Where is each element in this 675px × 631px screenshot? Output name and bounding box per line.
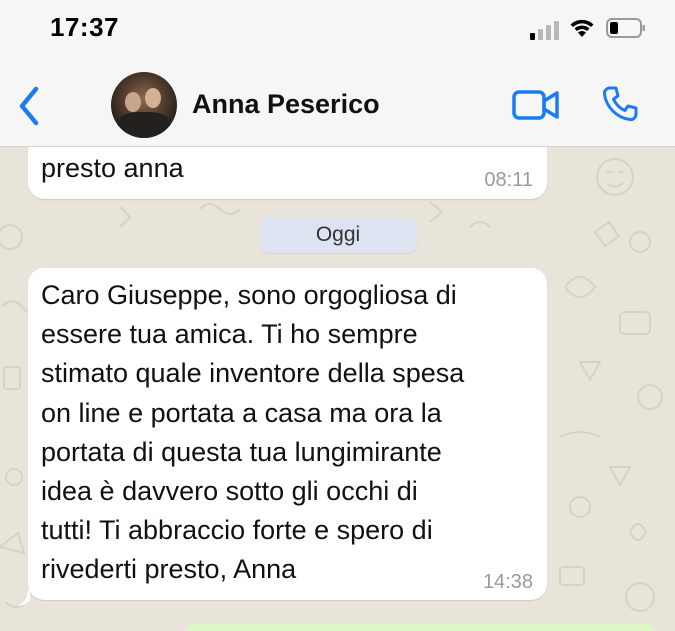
message-time: 08:11 bbox=[484, 169, 533, 191]
date-separator: Oggi bbox=[259, 217, 417, 253]
avatar-bodies bbox=[117, 112, 171, 138]
battery-icon bbox=[606, 18, 645, 38]
avatar-person-right bbox=[145, 88, 161, 108]
next-message-bubble-partial bbox=[185, 624, 655, 631]
chat-area[interactable]: presto anna 08:11 Oggi Caro Giuseppe, so… bbox=[0, 147, 675, 631]
message-text: Caro Giuseppe, sono orgogliosa di essere… bbox=[41, 280, 465, 585]
video-camera-icon[interactable] bbox=[512, 88, 560, 122]
status-bar: 17:37 bbox=[0, 0, 675, 62]
cellular-signal-icon bbox=[530, 21, 559, 40]
chat-header: Anna Peserico bbox=[0, 62, 675, 147]
avatar-person-left bbox=[125, 92, 141, 112]
status-time: 17:37 bbox=[50, 12, 119, 42]
phone-icon[interactable] bbox=[601, 85, 639, 123]
avatar[interactable] bbox=[111, 72, 177, 138]
message-bubble[interactable]: Caro Giuseppe, sono orgogliosa di essere… bbox=[28, 268, 547, 600]
contact-name[interactable]: Anna Peserico bbox=[192, 89, 380, 120]
message-time: 14:38 bbox=[482, 571, 533, 593]
message-text: presto anna bbox=[41, 153, 184, 183]
wifi-icon bbox=[570, 19, 594, 37]
message-bubble[interactable]: presto anna 08:11 bbox=[28, 147, 547, 199]
chevron-left-icon[interactable] bbox=[14, 84, 44, 128]
